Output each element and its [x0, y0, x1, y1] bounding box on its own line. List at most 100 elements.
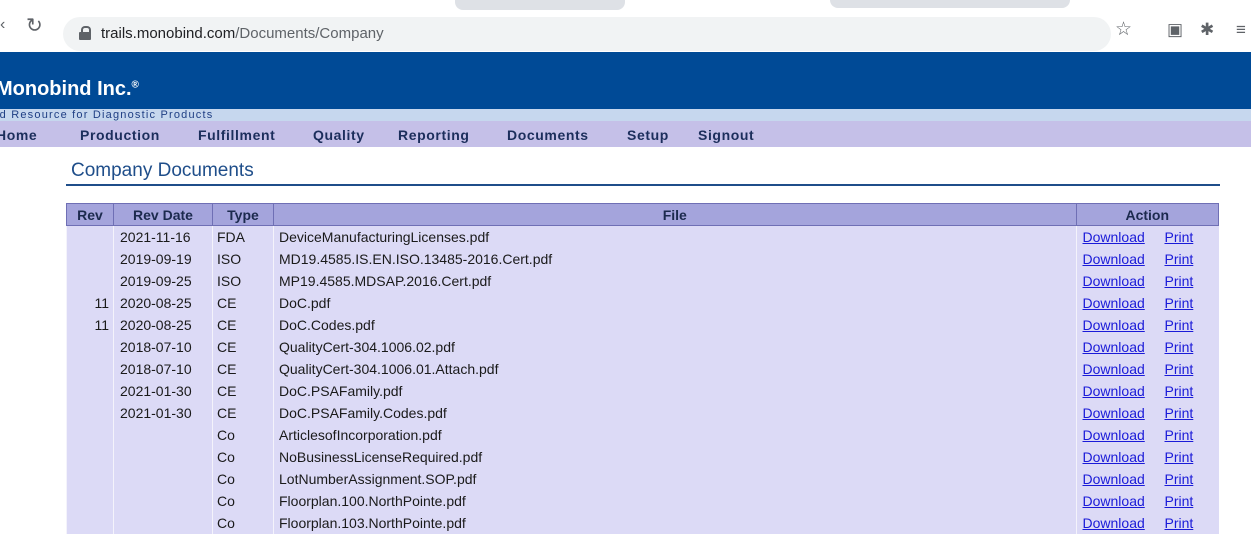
back-icon[interactable]: ‹ [0, 16, 5, 34]
rev-date-cell [113, 512, 213, 534]
browser-toolbar: ‹ ↻ trails.monobind.com/Documents/Compan… [0, 0, 1251, 52]
extension-icon[interactable]: ▣ [1167, 20, 1183, 40]
type-cell: CE [212, 358, 274, 380]
brand-logo[interactable]: Monobind Inc.® [0, 78, 139, 101]
file-cell: NoBusinessLicenseRequired.pdf [273, 446, 1076, 468]
print-link[interactable]: Print [1165, 251, 1194, 267]
file-cell: DoC.pdf [273, 292, 1076, 314]
download-link[interactable]: Download [1083, 273, 1155, 289]
type-cell: Co [212, 512, 274, 534]
table-row: 2018-07-10 CE QualityCert-304.1006.02.pdf D… [66, 336, 1219, 358]
print-link[interactable]: Print [1165, 449, 1194, 465]
action-cell: Download Print [1075, 468, 1219, 490]
file-cell: QualityCert-304.1006.02.pdf [273, 336, 1076, 358]
file-cell: DeviceManufacturingLicenses.pdf [273, 225, 1076, 248]
type-cell: ISO [212, 248, 274, 270]
rev-cell [66, 402, 114, 424]
download-link[interactable]: Download [1083, 405, 1155, 421]
file-cell: Floorplan.103.NorthPointe.pdf [273, 512, 1076, 534]
type-cell: ISO [212, 270, 274, 292]
print-link[interactable]: Print [1165, 339, 1194, 355]
print-link[interactable]: Print [1165, 361, 1194, 377]
registered-mark: ® [131, 79, 139, 91]
table-row: 2019-09-19 ISO MD19.4585.IS.EN.ISO.13485-2… [66, 248, 1219, 270]
download-link[interactable]: Download [1083, 229, 1155, 245]
puzzle-extensions-icon[interactable]: ✱ [1200, 20, 1214, 40]
nav-reporting[interactable]: Reporting [398, 127, 470, 143]
url-text[interactable]: trails.monobind.com/Documents/Company [101, 25, 384, 42]
action-cell: Download Print [1075, 446, 1219, 468]
lock-icon[interactable] [79, 26, 91, 40]
address-bar[interactable]: trails.monobind.com/Documents/Company [63, 17, 1111, 51]
download-link[interactable]: Download [1083, 317, 1155, 333]
print-link[interactable]: Print [1165, 317, 1194, 333]
print-link[interactable]: Print [1165, 515, 1194, 531]
rev-date-cell: 2018-07-10 [113, 358, 213, 380]
print-link[interactable]: Print [1165, 493, 1194, 509]
reading-list-icon[interactable]: ≡ [1236, 20, 1246, 40]
action-cell: Download Print [1075, 314, 1219, 336]
action-cell: Download Print [1075, 402, 1219, 424]
type-cell: Co [212, 446, 274, 468]
browser-tab[interactable] [455, 0, 625, 10]
col-rev-date: Rev Date [113, 203, 213, 226]
file-cell: DoC.PSAFamily.Codes.pdf [273, 402, 1076, 424]
nav-fulfillment[interactable]: Fulfillment [198, 127, 275, 143]
rev-date-cell [113, 468, 213, 490]
download-link[interactable]: Download [1083, 251, 1155, 267]
table-header-row: Rev Rev Date Type File Action [66, 203, 1219, 226]
nav-setup[interactable]: Setup [627, 127, 669, 143]
main-nav: Home Production Fulfillment Quality Repo… [0, 121, 1251, 147]
download-link[interactable]: Download [1083, 383, 1155, 399]
table-row: Co NoBusinessLicenseRequired.pdf Download P… [66, 446, 1219, 468]
rev-date-cell [113, 490, 213, 512]
download-link[interactable]: Download [1083, 295, 1155, 311]
rev-cell [66, 446, 114, 468]
download-link[interactable]: Download [1083, 361, 1155, 377]
print-link[interactable]: Print [1165, 273, 1194, 289]
download-link[interactable]: Download [1083, 471, 1155, 487]
file-cell: MP19.4585.MDSAP.2016.Cert.pdf [273, 270, 1076, 292]
download-link[interactable]: Download [1083, 493, 1155, 509]
rev-cell [66, 490, 114, 512]
rev-cell [66, 248, 114, 270]
nav-production[interactable]: Production [80, 127, 160, 143]
file-cell: MD19.4585.IS.EN.ISO.13485-2016.Cert.pdf [273, 248, 1076, 270]
rev-cell [66, 336, 114, 358]
download-link[interactable]: Download [1083, 339, 1155, 355]
nav-documents[interactable]: Documents [507, 127, 589, 143]
bookmark-star-icon[interactable]: ☆ [1115, 18, 1132, 41]
type-cell: Co [212, 424, 274, 446]
download-link[interactable]: Download [1083, 449, 1155, 465]
type-cell: CE [212, 380, 274, 402]
table-row: 2021-01-30 CE DoC.PSAFamily.pdf Download Pri… [66, 380, 1219, 402]
file-cell: DoC.Codes.pdf [273, 314, 1076, 336]
rev-cell [66, 468, 114, 490]
rev-date-cell: 2020-08-25 [113, 292, 213, 314]
action-cell: Download Print [1075, 358, 1219, 380]
download-link[interactable]: Download [1083, 515, 1155, 531]
nav-quality[interactable]: Quality [313, 127, 365, 143]
type-cell: CE [212, 336, 274, 358]
action-cell: Download Print [1075, 380, 1219, 402]
documents-table: Rev Rev Date Type File Action 2021-11-16… [66, 203, 1219, 534]
reload-icon[interactable]: ↻ [26, 13, 43, 38]
table-row: 2021-01-30 CE DoC.PSAFamily.Codes.pdf Downl… [66, 402, 1219, 424]
table-row: 2019-09-25 ISO MP19.4585.MDSAP.2016.Cert.p… [66, 270, 1219, 292]
rev-date-cell: 2021-01-30 [113, 380, 213, 402]
download-link[interactable]: Download [1083, 427, 1155, 443]
print-link[interactable]: Print [1165, 471, 1194, 487]
nav-signout[interactable]: Signout [698, 127, 754, 143]
type-cell: FDA [212, 225, 274, 248]
print-link[interactable]: Print [1165, 405, 1194, 421]
browser-tab[interactable] [830, 0, 1070, 8]
rev-cell [66, 512, 114, 534]
file-cell: ArticlesofIncorporation.pdf [273, 424, 1076, 446]
file-cell: QualityCert-304.1006.01.Attach.pdf [273, 358, 1076, 380]
print-link[interactable]: Print [1165, 383, 1194, 399]
print-link[interactable]: Print [1165, 295, 1194, 311]
print-link[interactable]: Print [1165, 229, 1194, 245]
nav-home[interactable]: Home [0, 127, 37, 143]
table-row: 11 2020-08-25 CE DoC.Codes.pdf Download Print [66, 314, 1219, 336]
print-link[interactable]: Print [1165, 427, 1194, 443]
